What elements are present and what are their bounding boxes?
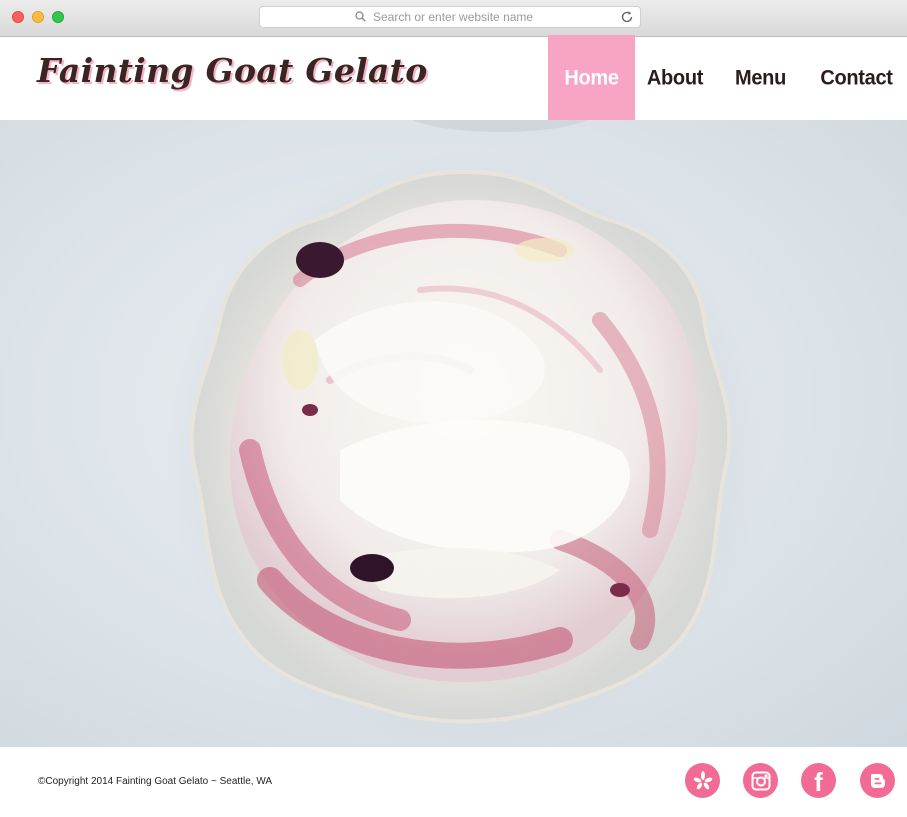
close-window-button[interactable]: [12, 11, 24, 23]
site-footer: ©Copyright 2014 Fainting Goat Gelato ~ S…: [0, 747, 907, 817]
copyright-text: ©Copyright 2014 Fainting Goat Gelato ~ S…: [38, 776, 273, 787]
blogger-icon[interactable]: [860, 763, 895, 798]
gelato-photo: [165, 120, 765, 747]
site-logo[interactable]: Fainting Goat Gelato: [37, 51, 428, 90]
address-bar-placeholder: Search or enter website name: [373, 10, 534, 24]
hero-image: [0, 120, 907, 747]
instagram-glyph: [751, 771, 770, 790]
yelp-icon[interactable]: [685, 763, 720, 798]
instagram-icon[interactable]: [743, 763, 778, 798]
browser-toolbar: Search or enter website name: [0, 0, 907, 37]
minimize-window-button[interactable]: [32, 11, 44, 23]
facebook-glyph: f: [814, 767, 823, 797]
blogger-glyph: [870, 773, 885, 788]
address-bar[interactable]: Search or enter website name: [259, 6, 641, 28]
zoom-window-button[interactable]: [52, 11, 64, 23]
yelp-glyph: [693, 770, 712, 789]
nav-about[interactable]: About: [635, 35, 715, 122]
site-header: Fainting Goat Gelato Home About Menu Con…: [0, 34, 907, 123]
nav-menu[interactable]: Menu: [715, 35, 806, 122]
reload-icon[interactable]: [620, 10, 634, 24]
nav-home[interactable]: Home: [548, 34, 635, 123]
search-icon: [355, 11, 366, 22]
main-nav: Home About Menu Contact: [548, 34, 907, 123]
facebook-icon[interactable]: f: [801, 763, 836, 798]
nav-contact[interactable]: Contact: [806, 35, 907, 122]
